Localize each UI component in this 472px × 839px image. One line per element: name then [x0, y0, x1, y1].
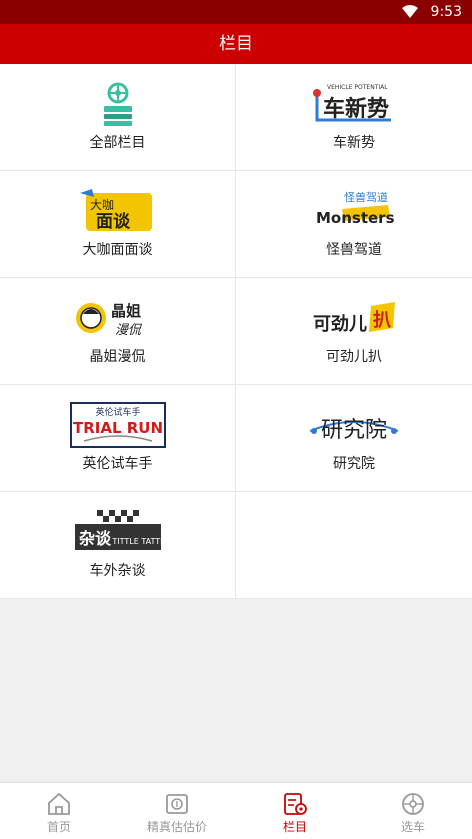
svg-text:研究院: 研究院 — [321, 418, 387, 443]
status-time: 9:53 — [430, 4, 462, 20]
svg-text:面谈: 面谈 — [96, 211, 131, 232]
column-item-all[interactable]: 全部栏目 — [0, 64, 236, 171]
svg-text:杂谈: 杂谈 — [79, 529, 112, 548]
tab-label: 栏目 — [282, 820, 307, 834]
column-label: 晶姐漫侃 — [89, 349, 146, 365]
kejin-logo: 可劲儿 扒 — [304, 292, 404, 344]
svg-text:Monsters: Monsters — [316, 209, 394, 227]
tab-choose-car[interactable]: 选车 — [354, 783, 472, 839]
column-grid: 全部栏目 VEHICLE POTENTIAL 车新势 车新势 大咖 面谈 大咖面… — [0, 64, 472, 599]
tab-label: 首页 — [46, 820, 71, 834]
column-label: 研究院 — [333, 456, 375, 472]
tab-label: 精真估估价 — [146, 820, 207, 834]
new-trend-logo: VEHICLE POTENTIAL 车新势 — [304, 78, 404, 130]
svg-text:TRIAL RUN: TRIAL RUN — [72, 419, 162, 437]
column-item-new-trend[interactable]: VEHICLE POTENTIAL 车新势 车新势 — [236, 64, 472, 171]
svg-text:晶姐: 晶姐 — [111, 302, 141, 320]
svg-text:可劲儿: 可劲儿 — [313, 314, 367, 335]
tab-label: 选车 — [400, 820, 425, 834]
car-price-icon — [166, 794, 188, 814]
column-label: 车外杂谈 — [89, 563, 146, 579]
trial-run-logo: 英伦试车手 TRIAL RUN — [68, 399, 168, 451]
tab-price-estimate[interactable]: 精真估估价 — [118, 783, 236, 839]
column-item-bigshot-talk[interactable]: 大咖 面谈 大咖面面谈 — [0, 171, 236, 278]
monsters-logo: 怪兽驾道 Monsters — [304, 185, 404, 237]
svg-text:大咖: 大咖 — [90, 197, 114, 212]
column-item-jingjie[interactable]: 晶姐 漫侃 晶姐漫侃 — [0, 278, 236, 385]
column-label: 大咖面面谈 — [82, 242, 153, 258]
svg-text:扒: 扒 — [373, 309, 391, 331]
tab-columns[interactable]: 栏目 — [236, 783, 354, 839]
wheel-icon — [402, 793, 424, 815]
status-bar: 9:53 — [0, 0, 472, 24]
svg-text:TITTLE TATTLE: TITTLE TATTLE — [111, 537, 163, 546]
wifi-icon — [402, 5, 418, 18]
tab-home[interactable]: 首页 — [0, 783, 118, 839]
all-columns-icon — [68, 78, 168, 130]
column-item-kejin[interactable]: 可劲儿 扒 可劲儿扒 — [236, 278, 472, 385]
column-item-research[interactable]: 研究院 研究院 — [236, 385, 472, 492]
column-label: 可劲儿扒 — [326, 349, 382, 365]
column-label: 英伦试车手 — [82, 456, 153, 472]
column-label: 全部栏目 — [89, 135, 146, 151]
svg-text:车新势: 车新势 — [323, 96, 389, 122]
column-settings-icon — [284, 793, 307, 815]
svg-text:英伦试车手: 英伦试车手 — [95, 406, 140, 418]
column-item-trial-run[interactable]: 英伦试车手 TRIAL RUN 英伦试车手 — [0, 385, 236, 492]
research-logo: 研究院 — [304, 399, 404, 451]
svg-text:漫侃: 漫侃 — [115, 323, 142, 338]
column-label: 车新势 — [333, 135, 375, 151]
jingjie-logo: 晶姐 漫侃 — [68, 292, 168, 344]
tittle-tattle-logo: 杂谈 TITTLE TATTLE — [68, 506, 168, 558]
svg-text:怪兽驾道: 怪兽驾道 — [344, 190, 388, 204]
column-item-monsters[interactable]: 怪兽驾道 Monsters 怪兽驾道 — [236, 171, 472, 278]
bottom-tab-bar: 首页 精真估估价 栏目 选车 — [0, 782, 472, 839]
svg-text:VEHICLE POTENTIAL: VEHICLE POTENTIAL — [327, 84, 388, 91]
bigshot-talk-logo: 大咖 面谈 — [68, 185, 168, 237]
page-title: 栏目 — [0, 24, 472, 64]
empty-cell — [236, 492, 472, 599]
column-label: 怪兽驾道 — [326, 242, 382, 258]
home-icon — [48, 792, 70, 815]
column-item-tittle-tattle[interactable]: 杂谈 TITTLE TATTLE 车外杂谈 — [0, 492, 236, 599]
